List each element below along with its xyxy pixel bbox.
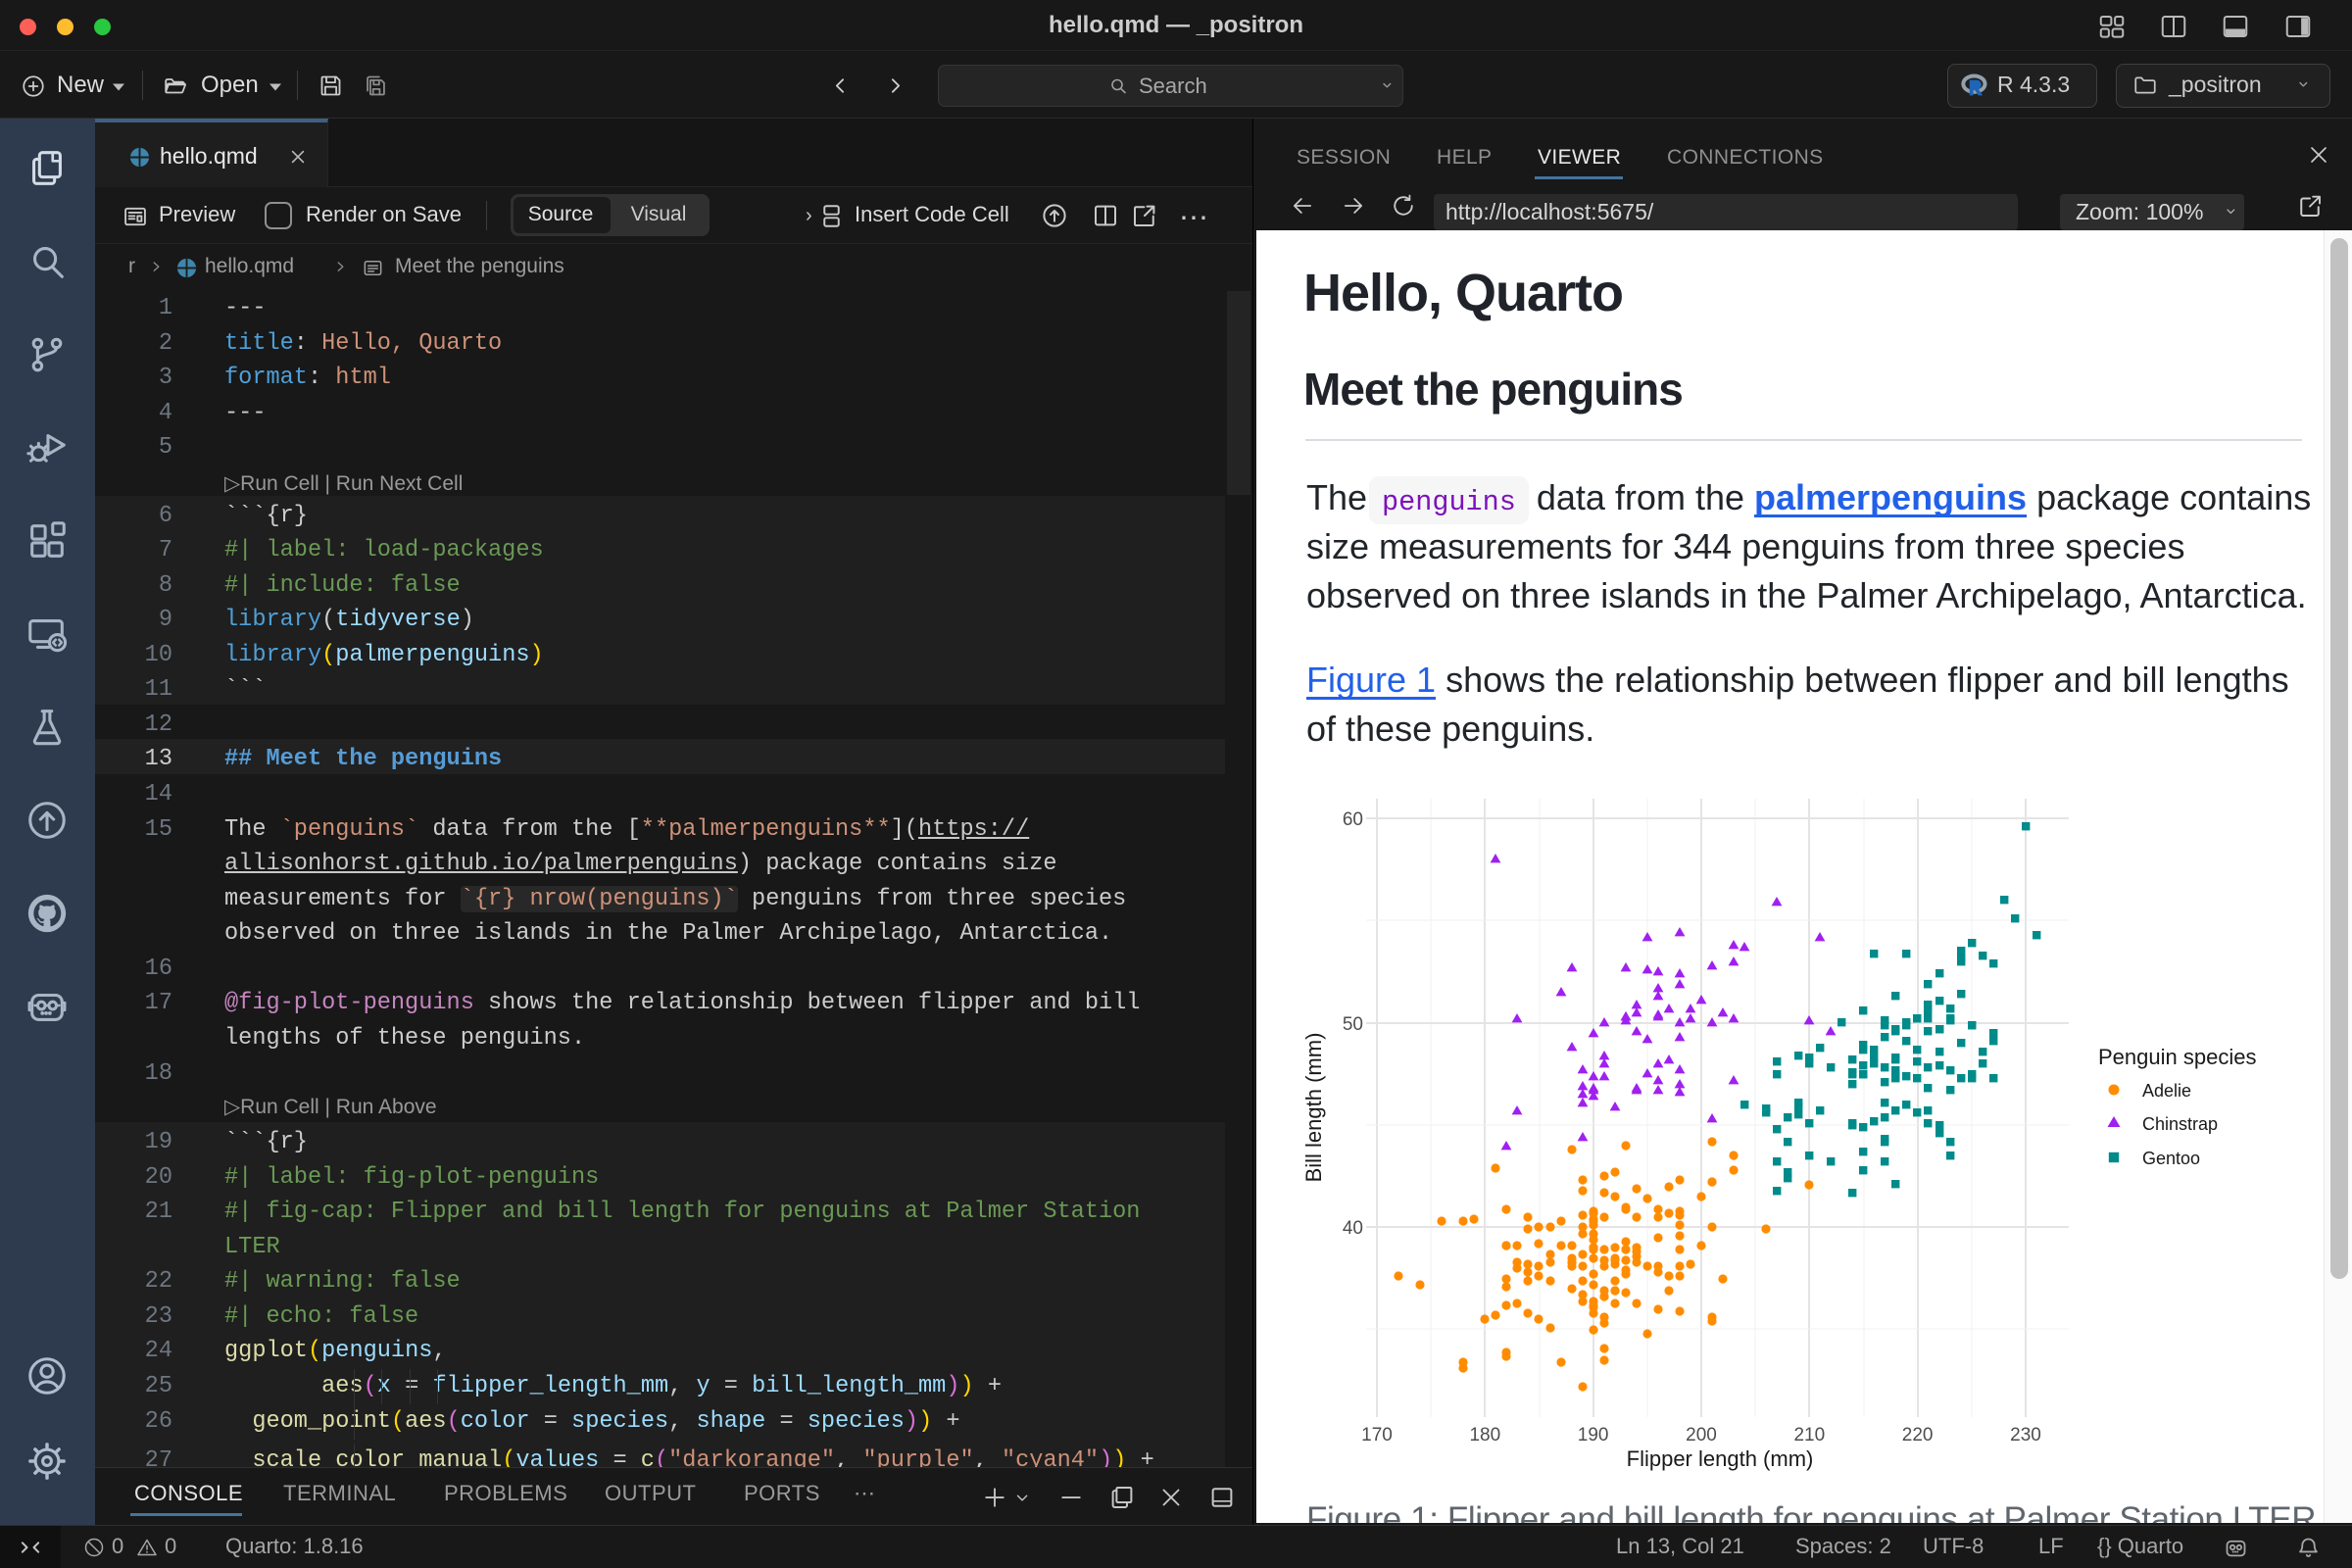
- svg-text:50: 50: [1343, 1014, 1363, 1035]
- svg-text:Chinstrap: Chinstrap: [2142, 1114, 2218, 1134]
- svg-text:190: 190: [1578, 1425, 1609, 1446]
- svg-text:40: 40: [1343, 1218, 1363, 1239]
- svg-text:180: 180: [1469, 1425, 1500, 1446]
- svg-text:Gentoo: Gentoo: [2142, 1149, 2200, 1168]
- svg-text:60: 60: [1343, 809, 1363, 830]
- svg-text:200: 200: [1686, 1425, 1717, 1446]
- svg-text:210: 210: [1793, 1425, 1825, 1446]
- svg-text:220: 220: [1902, 1425, 1934, 1446]
- svg-text:170: 170: [1361, 1425, 1393, 1446]
- svg-text:Penguin species: Penguin species: [2098, 1045, 2256, 1069]
- svg-text:Flipper length (mm): Flipper length (mm): [1627, 1446, 1814, 1471]
- svg-text:Adelie: Adelie: [2142, 1081, 2191, 1101]
- svg-text:Bill length (mm): Bill length (mm): [1301, 1033, 1326, 1183]
- svg-text:230: 230: [2010, 1425, 2041, 1446]
